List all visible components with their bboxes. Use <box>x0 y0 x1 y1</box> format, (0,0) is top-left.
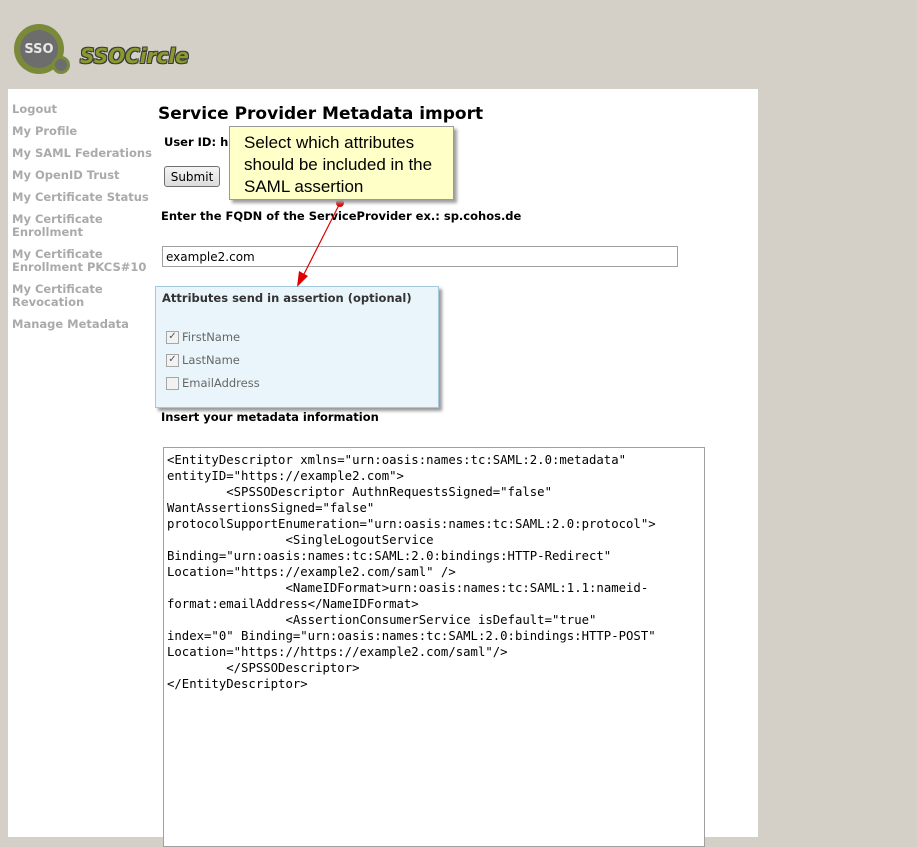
page: SSO SSOCircle Logout My Profile My SAML … <box>0 0 917 847</box>
attribute-label: FirstName <box>182 330 241 344</box>
sidebar: Logout My Profile My SAML Federations My… <box>12 103 157 340</box>
attribute-lastname[interactable]: ✓ LastName <box>166 352 240 368</box>
attribute-emailaddress[interactable]: EmailAddress <box>166 375 260 391</box>
sidebar-item-certificate-enrollment[interactable]: My Certificate Enrollment <box>12 213 157 239</box>
sidebar-item-my-profile[interactable]: My Profile <box>12 125 157 138</box>
attributes-title: Attributes send in assertion (optional) <box>162 291 412 305</box>
firstname-checkbox[interactable]: ✓ <box>166 330 179 344</box>
attribute-label: EmailAddress <box>182 376 260 390</box>
fqdn-label: Enter the FQDN of the ServiceProvider ex… <box>161 209 522 223</box>
fqdn-input[interactable] <box>162 246 678 267</box>
sidebar-item-certificate-enrollment-pkcs10[interactable]: My Certificate Enrollment PKCS#10 <box>12 248 157 274</box>
submit-button[interactable]: Submit <box>164 166 220 187</box>
logo-dot-icon <box>52 56 70 74</box>
sidebar-item-openid-trust[interactable]: My OpenID Trust <box>12 169 157 182</box>
sidebar-item-certificate-status[interactable]: My Certificate Status <box>12 191 157 204</box>
metadata-textarea[interactable]: <EntityDescriptor xmlns="urn:oasis:names… <box>163 447 705 847</box>
user-id-label: User ID: h <box>164 135 229 149</box>
logo-brand-text: SSOCircle <box>80 44 189 68</box>
sidebar-item-saml-federations[interactable]: My SAML Federations <box>12 147 157 160</box>
sidebar-item-manage-metadata[interactable]: Manage Metadata <box>12 318 157 331</box>
page-title: Service Provider Metadata import <box>158 104 484 124</box>
emailaddress-checkbox[interactable] <box>166 376 179 390</box>
attributes-box: Attributes send in assertion (optional) … <box>155 286 439 408</box>
metadata-label: Insert your metadata information <box>161 410 379 424</box>
sidebar-item-logout[interactable]: Logout <box>12 103 157 116</box>
attribute-label: LastName <box>182 353 240 367</box>
lastname-checkbox[interactable]: ✓ <box>166 353 179 367</box>
sidebar-item-certificate-revocation[interactable]: My Certificate Revocation <box>12 283 157 309</box>
tooltip-callout: Select which attributes should be includ… <box>229 126 454 200</box>
ssocircle-logo[interactable]: SSO SSOCircle <box>14 24 194 76</box>
attribute-firstname[interactable]: ✓ FirstName <box>166 329 240 345</box>
